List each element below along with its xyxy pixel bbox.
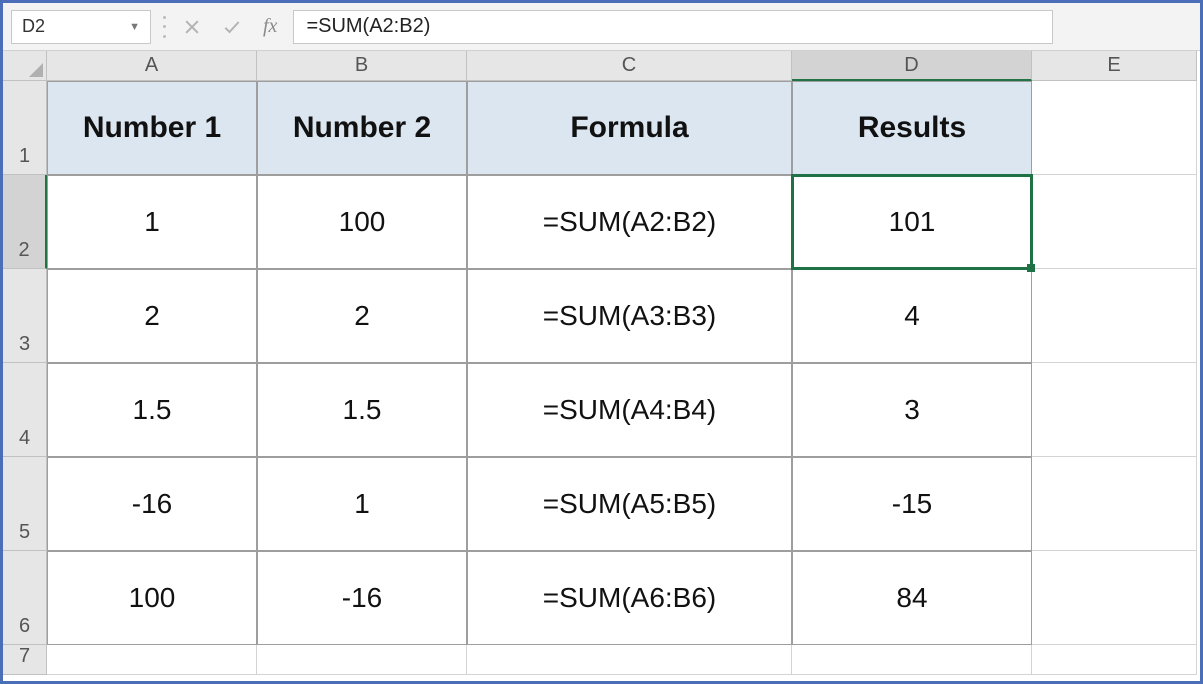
- col-head-e[interactable]: E: [1032, 51, 1197, 81]
- cell-c5[interactable]: =SUM(A5:B5): [467, 457, 792, 551]
- cell-a6[interactable]: 100: [47, 551, 257, 645]
- cell-c3[interactable]: =SUM(A3:B3): [467, 269, 792, 363]
- cell-d4[interactable]: 3: [792, 363, 1032, 457]
- row-head-1[interactable]: 1: [3, 81, 47, 175]
- cell-c6[interactable]: =SUM(A6:B6): [467, 551, 792, 645]
- cell-a4[interactable]: 1.5: [47, 363, 257, 457]
- cell-d7[interactable]: [792, 645, 1032, 675]
- formula-bar: D2 ▼ fx =SUM(A2:B2): [3, 3, 1200, 51]
- fx-label[interactable]: fx: [257, 15, 283, 38]
- row-head-2[interactable]: 2: [3, 175, 47, 269]
- cell-d1[interactable]: Results: [792, 81, 1032, 175]
- cell-e3[interactable]: [1032, 269, 1197, 363]
- cell-b4[interactable]: 1.5: [257, 363, 467, 457]
- spreadsheet-grid: A B C D E 1 Number 1 Number 2 Formula Re…: [3, 51, 1200, 675]
- cell-b2[interactable]: 100: [257, 175, 467, 269]
- cell-d2[interactable]: 101: [792, 175, 1032, 269]
- cell-a1[interactable]: Number 1: [47, 81, 257, 175]
- cell-c4[interactable]: =SUM(A4:B4): [467, 363, 792, 457]
- name-box-value: D2: [22, 16, 45, 37]
- cell-c2[interactable]: =SUM(A2:B2): [467, 175, 792, 269]
- name-box[interactable]: D2 ▼: [11, 10, 151, 44]
- row-head-3[interactable]: 3: [3, 269, 47, 363]
- formula-input-value: =SUM(A2:B2): [306, 15, 430, 38]
- col-head-c[interactable]: C: [467, 51, 792, 81]
- row-head-7[interactable]: 7: [3, 645, 47, 675]
- row-head-4[interactable]: 4: [3, 363, 47, 457]
- cell-d5[interactable]: -15: [792, 457, 1032, 551]
- confirm-icon[interactable]: [217, 12, 247, 42]
- cell-a7[interactable]: [47, 645, 257, 675]
- cell-e6[interactable]: [1032, 551, 1197, 645]
- cell-b5[interactable]: 1: [257, 457, 467, 551]
- chevron-down-icon: ▼: [129, 21, 140, 33]
- cell-d6[interactable]: 84: [792, 551, 1032, 645]
- cell-a3[interactable]: 2: [47, 269, 257, 363]
- cell-b7[interactable]: [257, 645, 467, 675]
- cell-e4[interactable]: [1032, 363, 1197, 457]
- cell-c7[interactable]: [467, 645, 792, 675]
- cell-b6[interactable]: -16: [257, 551, 467, 645]
- formula-input[interactable]: =SUM(A2:B2): [293, 10, 1053, 44]
- cell-d3[interactable]: 4: [792, 269, 1032, 363]
- cell-c1[interactable]: Formula: [467, 81, 792, 175]
- cell-e5[interactable]: [1032, 457, 1197, 551]
- cell-b1[interactable]: Number 2: [257, 81, 467, 175]
- cell-e1[interactable]: [1032, 81, 1197, 175]
- cell-e2[interactable]: [1032, 175, 1197, 269]
- cell-e7[interactable]: [1032, 645, 1197, 675]
- cell-a2[interactable]: 1: [47, 175, 257, 269]
- row-head-6[interactable]: 6: [3, 551, 47, 645]
- separator-dots-icon: [161, 16, 167, 38]
- cell-b3[interactable]: 2: [257, 269, 467, 363]
- cancel-icon[interactable]: [177, 12, 207, 42]
- row-head-5[interactable]: 5: [3, 457, 47, 551]
- cell-a5[interactable]: -16: [47, 457, 257, 551]
- col-head-b[interactable]: B: [257, 51, 467, 81]
- col-head-a[interactable]: A: [47, 51, 257, 81]
- col-head-d[interactable]: D: [792, 51, 1032, 81]
- select-all-corner[interactable]: [3, 51, 47, 81]
